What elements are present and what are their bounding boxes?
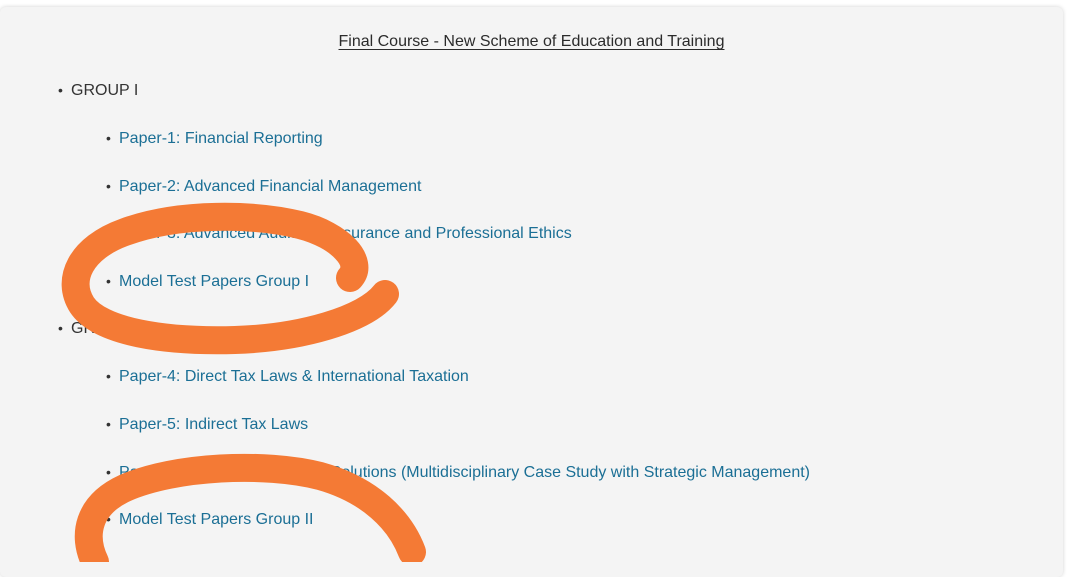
paper-6-link[interactable]: Paper-6: Integrated Business Solutions (… bbox=[119, 464, 810, 481]
bullet-icon: • bbox=[106, 225, 111, 241]
bullet-icon: • bbox=[106, 178, 111, 194]
bullet-icon: • bbox=[106, 464, 111, 480]
paper-4-link[interactable]: Paper-4: Direct Tax Laws & International… bbox=[119, 368, 469, 385]
list-item-model-test-group-2: • Model Test Papers Group II bbox=[106, 509, 313, 530]
bullet-icon: • bbox=[106, 416, 111, 432]
bullet-icon: • bbox=[106, 130, 111, 146]
group-1-label: GROUP I bbox=[71, 82, 139, 99]
page-title: Final Course - New Scheme of Education a… bbox=[338, 33, 725, 50]
list-item-model-test-group-1: • Model Test Papers Group I bbox=[106, 271, 309, 292]
list-item-paper-4: • Paper-4: Direct Tax Laws & Internationa… bbox=[106, 366, 469, 387]
bullet-icon: • bbox=[106, 273, 111, 289]
paper-5-link[interactable]: Paper-5: Indirect Tax Laws bbox=[119, 416, 308, 433]
model-test-papers-group-2-link[interactable]: Model Test Papers Group II bbox=[119, 511, 313, 528]
model-test-papers-group-1-link[interactable]: Model Test Papers Group I bbox=[119, 273, 309, 290]
content-panel: Final Course - New Scheme of Education a… bbox=[0, 7, 1063, 577]
bullet-icon: • bbox=[106, 368, 111, 384]
list-item-paper-6: • Paper-6: Integrated Business Solutions … bbox=[106, 462, 810, 483]
group-2-label: GROUP II bbox=[71, 320, 143, 337]
group-2-heading: • GROUP II bbox=[58, 318, 143, 339]
group-1-heading: • GROUP I bbox=[58, 80, 138, 101]
list-item-paper-1: • Paper-1: Financial Reporting bbox=[106, 128, 323, 149]
list-item-paper-5: • Paper-5: Indirect Tax Laws bbox=[106, 414, 308, 435]
list-item-paper-2: • Paper-2: Advanced Financial Management bbox=[106, 176, 421, 197]
paper-2-link[interactable]: Paper-2: Advanced Financial Management bbox=[119, 178, 421, 195]
list-item-paper-3: • Paper-3: Advanced Auditing, Assurance a… bbox=[106, 223, 572, 244]
bullet-icon: • bbox=[106, 511, 111, 527]
paper-3-link[interactable]: Paper-3: Advanced Auditing, Assurance an… bbox=[119, 225, 572, 242]
bullet-icon: • bbox=[58, 320, 63, 336]
bullet-icon: • bbox=[58, 82, 63, 98]
paper-1-link[interactable]: Paper-1: Financial Reporting bbox=[119, 130, 323, 147]
